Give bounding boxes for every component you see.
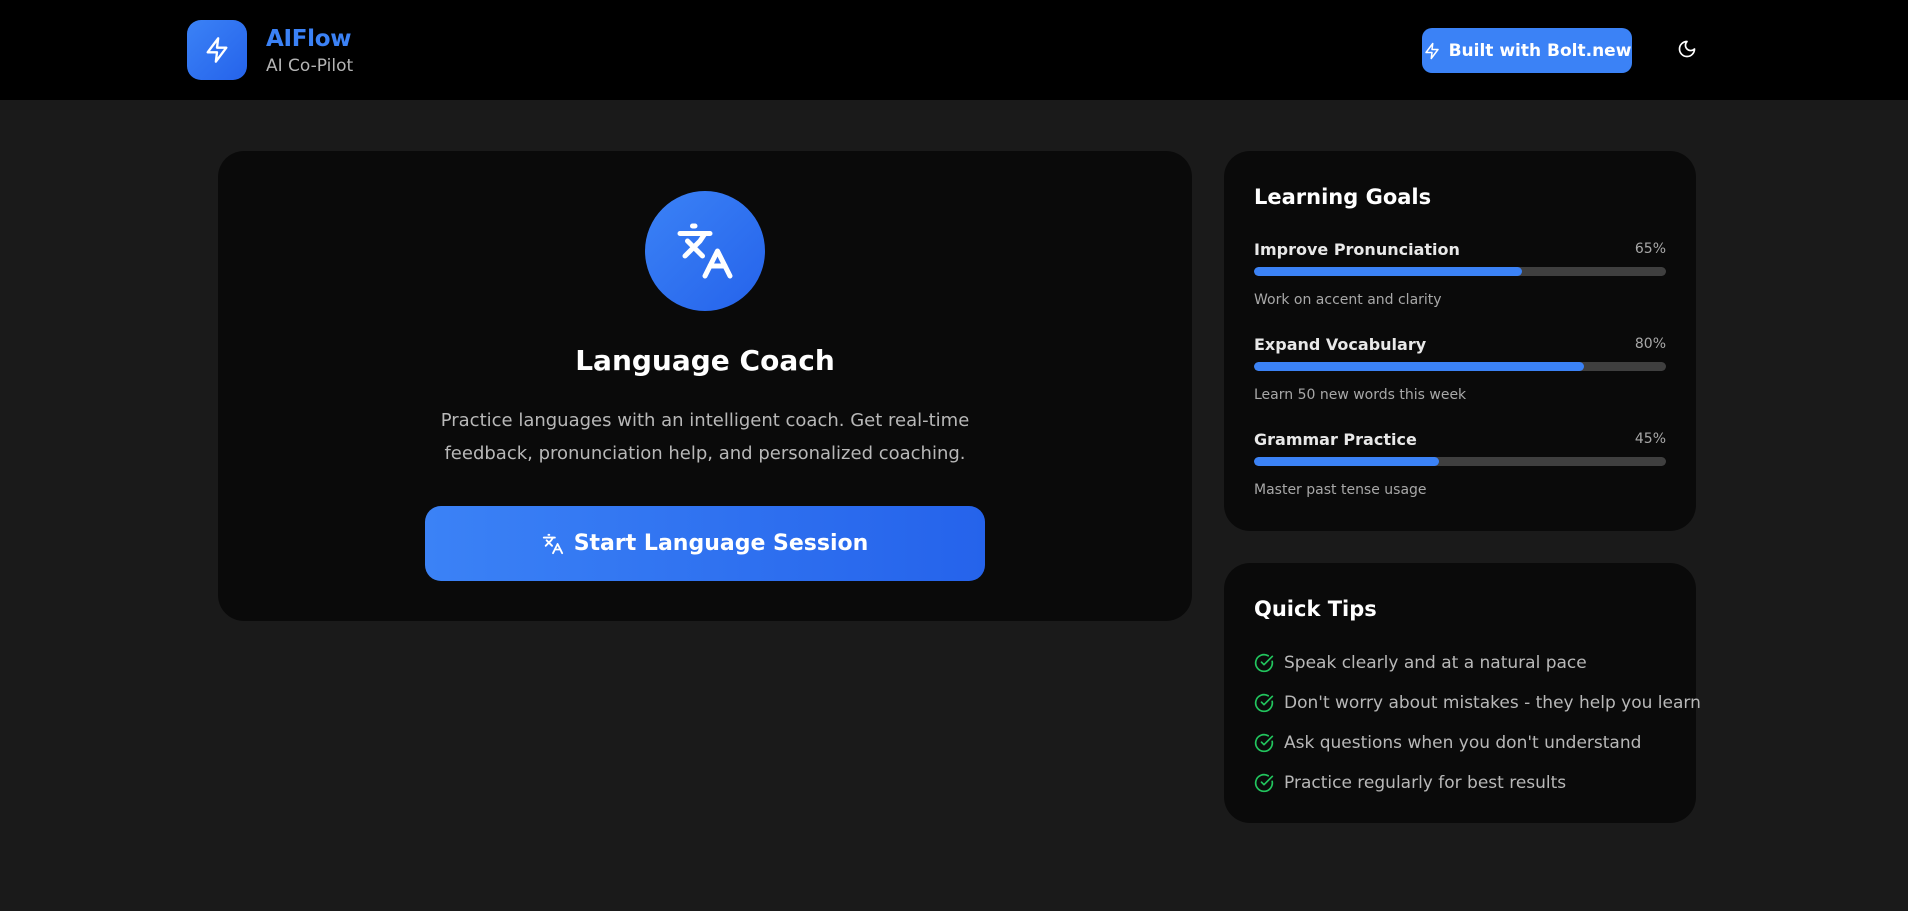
coach-title: Language Coach [575,344,835,377]
goal-progress-bar [1254,457,1666,466]
goal-title: Grammar Practice [1254,430,1417,449]
tip-text: Ask questions when you don't understand [1284,733,1642,753]
goal-description: Work on accent and clarity [1254,292,1442,308]
goal-item: Improve Pronunciation 65% Work on accent… [1254,240,1666,320]
translate-icon [542,533,564,555]
check-circle-icon [1254,773,1274,793]
quick-tips-card: Quick Tips Speak clearly and at a natura… [1224,563,1701,823]
coach-description: Practice languages with an intelligent c… [440,410,970,464]
moon-icon [1677,39,1697,59]
check-circle-icon [1254,693,1274,713]
goal-title: Improve Pronunciation [1254,240,1460,259]
goal-progress-fill [1254,362,1584,371]
learning-goals-title: Learning Goals [1254,185,1432,209]
goal-description: Learn 50 new words this week [1254,387,1467,403]
theme-toggle-button[interactable] [1672,34,1702,64]
learning-goals-card: Learning Goals Improve Pronunciation 65%… [1224,151,1696,531]
tip-text: Speak clearly and at a natural pace [1284,653,1587,673]
built-with-bolt-label: Built with Bolt.new [1448,40,1632,61]
check-circle-icon [1254,653,1274,673]
tip-item: Practice regularly for best results [1254,771,1684,795]
tip-item: Ask questions when you don't understand [1254,731,1684,755]
translate-icon [645,191,765,311]
tip-text: Don't worry about mistakes - they help y… [1284,693,1701,713]
goal-title: Expand Vocabulary [1254,335,1427,354]
tip-item: Don't worry about mistakes - they help y… [1254,691,1701,715]
tip-item: Speak clearly and at a natural pace [1254,651,1684,675]
goal-progress-bar [1254,362,1666,371]
lightning-icon [1423,42,1441,60]
goal-item: Grammar Practice 45% Master past tense u… [1254,430,1666,510]
goal-progress-fill [1254,457,1440,466]
goal-percent: 45% [1634,431,1666,447]
top-bar: AIFlow AI Co-Pilot Built with Bolt.new [0,0,1908,100]
quick-tips-title: Quick Tips [1254,597,1377,621]
goal-progress-bar [1254,267,1666,276]
lightning-icon [203,36,231,64]
goal-description: Master past tense usage [1254,482,1427,498]
goal-percent: 65% [1634,241,1666,257]
start-session-label: Start Language Session [573,531,869,556]
tip-text: Practice regularly for best results [1284,773,1567,793]
goal-percent: 80% [1634,336,1666,352]
start-language-session-button[interactable]: Start Language Session [425,506,985,581]
brand-subtitle: AI Co-Pilot [266,56,354,76]
logo[interactable] [187,20,247,80]
check-circle-icon [1254,733,1274,753]
language-coach-card: Language Coach Practice languages with a… [218,151,1192,621]
goal-item: Expand Vocabulary 80% Learn 50 new words… [1254,335,1666,415]
built-with-bolt-button[interactable]: Built with Bolt.new [1422,28,1632,73]
brand-name: AIFlow [266,26,352,52]
goal-progress-fill [1254,267,1522,276]
